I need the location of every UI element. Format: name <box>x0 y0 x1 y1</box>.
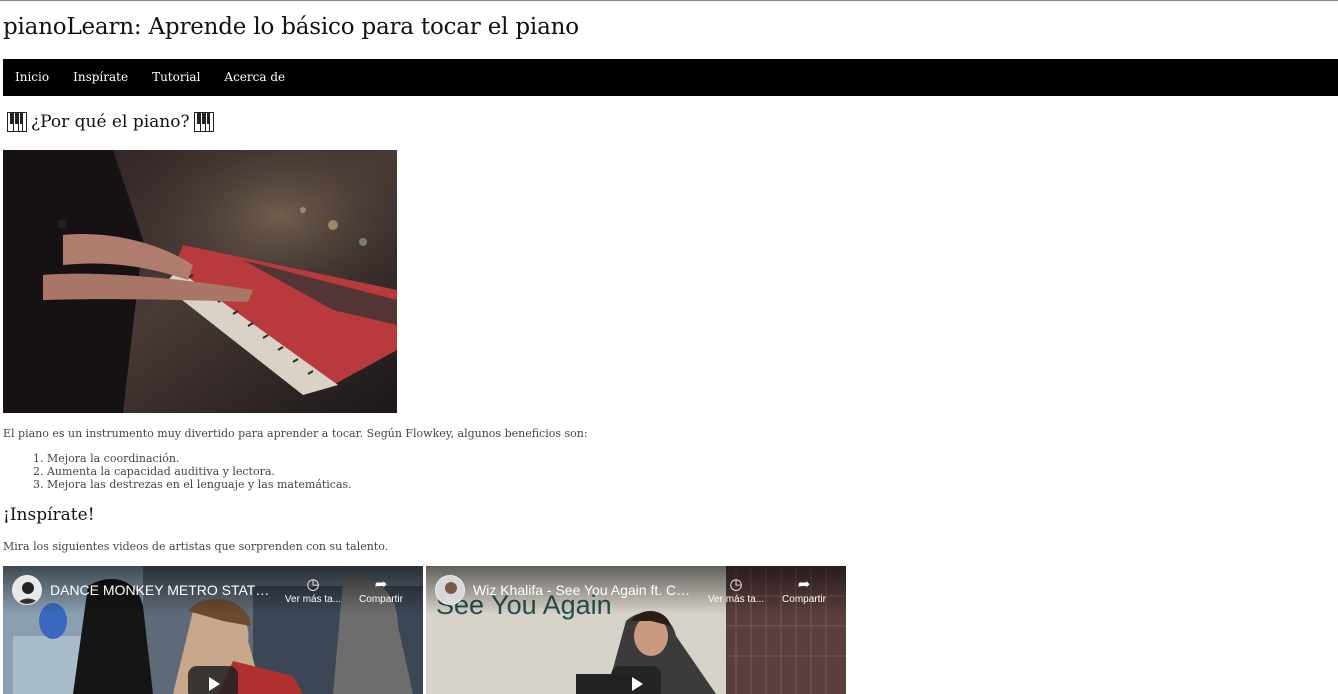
nav-tutorial-link[interactable]: Tutorial <box>140 59 212 96</box>
channel-avatar[interactable] <box>435 575 465 605</box>
why-piano-heading: ¿Por qué el piano? <box>3 112 218 132</box>
watch-later-button[interactable]: ◷ Ver más ta... <box>281 576 345 605</box>
video-embed-dance-monkey[interactable]: DANCE MONKEY METRO STATION ... ◷ Ver más… <box>3 566 423 694</box>
channel-avatar[interactable] <box>12 575 42 605</box>
site-title: pianoLearn: Aprende lo básico para tocar… <box>3 14 579 40</box>
video-embed-see-you-again[interactable]: See You Again Wiz Khalifa - See You Agai… <box>426 566 846 694</box>
play-icon[interactable] <box>611 666 661 694</box>
share-button[interactable]: ➦ Compartir <box>349 576 413 605</box>
share-arrow-icon: ➦ <box>374 576 388 593</box>
nav-acerca-link[interactable]: Acerca de <box>212 59 297 96</box>
intro-paragraph: El piano es un instrumento muy divertido… <box>3 427 588 440</box>
why-piano-heading-text: ¿Por qué el piano? <box>31 112 190 132</box>
inspire-heading: ¡Inspírate! <box>3 505 95 525</box>
main-navbar: Inicio Inspírate Tutorial Acerca de <box>3 59 1338 96</box>
clock-icon: ◷ <box>306 576 320 593</box>
list-item: 1. Mejora la coordinación. <box>33 452 180 465</box>
share-label: Compartir <box>782 594 826 605</box>
share-button[interactable]: ➦ Compartir <box>772 576 836 605</box>
watch-later-label: Ver más ta... <box>284 594 342 605</box>
share-label: Compartir <box>359 594 403 605</box>
video-title[interactable]: DANCE MONKEY METRO STATION ... <box>50 582 272 598</box>
watch-later-label: Ver más ta... <box>707 594 765 605</box>
list-item: 2. Aumenta la capacidad auditiva y lecto… <box>33 465 275 478</box>
play-icon[interactable] <box>188 666 238 694</box>
nav-inspirate-link[interactable]: Inspírate <box>61 59 140 96</box>
list-item: 3. Mejora las destrezas en el lenguaje y… <box>33 478 352 491</box>
benefits-list: 1. Mejora la coordinación. 2. Aumenta la… <box>33 452 352 491</box>
piano-player-photo <box>3 150 397 413</box>
inspire-description: Mira los siguientes videos de artistas q… <box>3 540 389 553</box>
piano-keys-icon <box>193 112 214 132</box>
video-title[interactable]: Wiz Khalifa - See You Again ft. Charli..… <box>473 582 695 598</box>
piano-keys-icon <box>7 112 27 132</box>
share-arrow-icon: ➦ <box>797 576 811 593</box>
nav-inicio-link[interactable]: Inicio <box>3 59 61 96</box>
watch-later-button[interactable]: ◷ Ver más ta... <box>704 576 768 605</box>
clock-icon: ◷ <box>729 576 743 593</box>
